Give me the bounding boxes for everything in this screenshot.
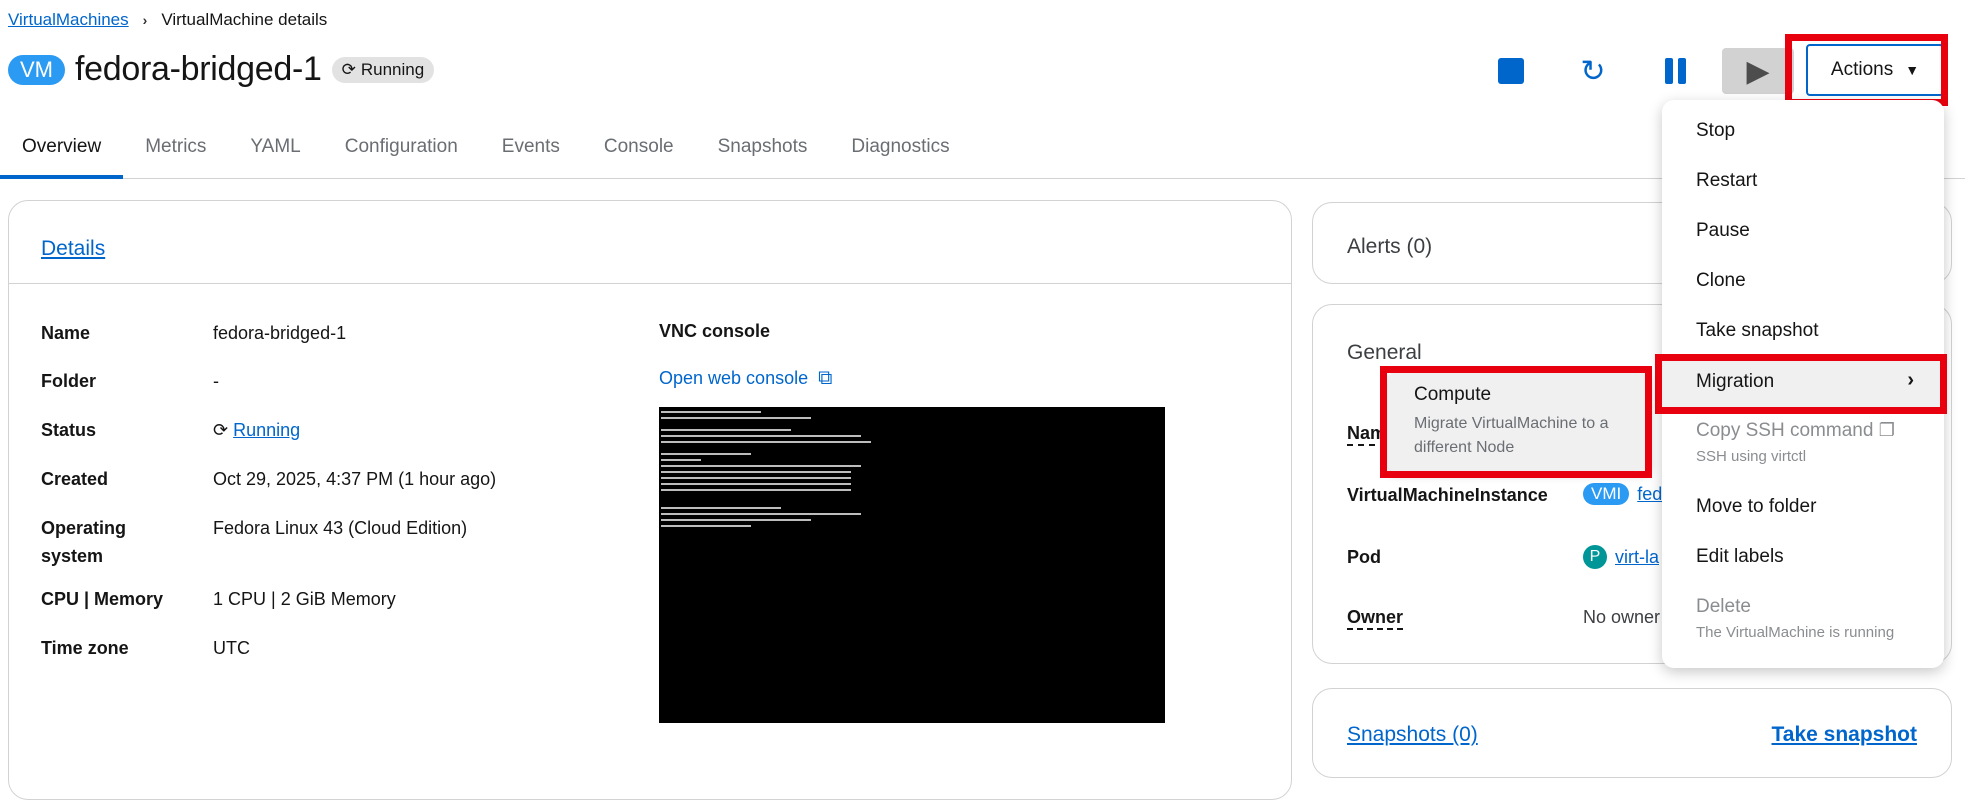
pause-icon [1664, 58, 1686, 84]
tab-snapshots[interactable]: Snapshots [696, 128, 830, 178]
highlight-compute [1380, 366, 1652, 478]
menu-item-stop[interactable]: Stop [1696, 120, 1735, 142]
general-label-pod: Pod [1347, 547, 1381, 567]
general-title: General [1347, 341, 1422, 364]
tab-overview[interactable]: Overview [0, 128, 124, 179]
pod-link[interactable]: virt-la [1615, 547, 1659, 568]
pod-badge: P [1583, 545, 1607, 569]
alerts-title[interactable]: Alerts (0) [1347, 235, 1432, 259]
detail-label: Folder [41, 371, 97, 391]
menu-item-move-to-folder[interactable]: Move to folder [1696, 496, 1816, 518]
snapshots-card: Snapshots (0) Take snapshot [1312, 688, 1952, 778]
detail-value: - [213, 371, 219, 391]
detail-label: Status [41, 420, 97, 440]
vnc-console-preview[interactable] [659, 407, 1165, 723]
sync-icon: ⟳ [341, 59, 356, 79]
stop-button[interactable] [1470, 48, 1552, 94]
detail-value: fedora-bridged-1 [213, 323, 347, 343]
menu-item-copy-ssh-description: SSH using virtctl [1696, 448, 1807, 465]
play-icon: ▶ [1746, 54, 1770, 88]
detail-value: Fedora Linux 43 (Cloud Edition) [213, 518, 468, 538]
details-title-link[interactable]: Details [41, 237, 105, 261]
menu-item-delete: Delete The VirtualMachine is running [1696, 596, 1894, 641]
menu-item-take-snapshot[interactable]: Take snapshot [1696, 320, 1819, 342]
general-value-owner: No owner [1583, 607, 1661, 627]
restart-button[interactable]: ↻ [1552, 48, 1634, 94]
details-card: Details Name fedora-bridged-1 Folder - S… [8, 200, 1292, 800]
tab-console[interactable]: Console [582, 128, 696, 178]
highlight-actions [1785, 34, 1948, 106]
menu-item-copy-ssh: Copy SSH command ❐ SSH using virtctl [1696, 420, 1895, 465]
detail-label: CPU | Memory [41, 589, 164, 609]
page-title-row: VM fedora-bridged-1 ⟳ Running [8, 50, 435, 89]
vm-action-icons: ↻ ▶ [1470, 48, 1794, 94]
detail-value: 1 CPU | 2 GiB Memory [213, 589, 396, 609]
general-value-pod: P virt-la [1583, 545, 1659, 569]
menu-item-clone[interactable]: Clone [1696, 270, 1746, 292]
tab-metrics[interactable]: Metrics [123, 128, 228, 178]
menu-item-copy-ssh-label: Copy SSH command [1696, 420, 1874, 441]
detail-value: UTC [213, 638, 250, 658]
copy-icon: ❐ [1878, 420, 1895, 440]
pause-button[interactable] [1634, 48, 1716, 94]
tab-events[interactable]: Events [480, 128, 582, 178]
menu-item-delete-label: Delete [1696, 596, 1751, 617]
general-label-owner: Owner [1347, 607, 1404, 630]
vmi-link[interactable]: fed [1637, 484, 1662, 505]
external-link-icon: ⧉ [818, 367, 833, 389]
vm-badge: VM [8, 54, 65, 85]
menu-item-delete-description: The VirtualMachine is running [1696, 624, 1895, 641]
vnc-console-title: VNC console [659, 321, 771, 341]
open-web-console-label: Open web console [659, 368, 809, 388]
detail-value: ⟳ Running [213, 416, 300, 444]
take-snapshot-link[interactable]: Take snapshot [1772, 723, 1917, 747]
detail-value: Oct 29, 2025, 4:37 PM (1 hour ago) [213, 469, 497, 489]
menu-item-restart[interactable]: Restart [1696, 170, 1757, 192]
breadcrumb-current: VirtualMachine details [161, 10, 328, 29]
detail-label: Created [41, 469, 109, 489]
menu-item-edit-labels[interactable]: Edit labels [1696, 546, 1784, 568]
page-title: fedora-bridged-1 [75, 50, 322, 88]
start-button[interactable]: ▶ [1722, 48, 1794, 94]
status-running-link[interactable]: Running [233, 420, 300, 440]
restart-icon: ↻ [1580, 54, 1606, 88]
tab-diagnostics[interactable]: Diagnostics [829, 128, 971, 178]
vmi-badge: VMI [1583, 483, 1630, 505]
status-badge: ⟳ Running [331, 56, 435, 83]
general-label-vmi: VirtualMachineInstance [1347, 485, 1548, 505]
status-badge-label: Running [360, 59, 425, 79]
breadcrumb-separator: › [142, 12, 148, 28]
detail-label: Operating system [41, 518, 127, 566]
stop-icon [1498, 58, 1524, 84]
open-web-console-link[interactable]: Open web console ⧉ [659, 367, 832, 390]
general-value-vmi: VMI fed [1583, 483, 1662, 505]
breadcrumb: VirtualMachines › VirtualMachine details [8, 10, 327, 30]
sync-icon: ⟳ [213, 420, 229, 440]
tab-configuration[interactable]: Configuration [323, 128, 480, 178]
tab-yaml[interactable]: YAML [228, 128, 322, 178]
breadcrumb-virtualmachines-link[interactable]: VirtualMachines [8, 10, 129, 30]
menu-item-pause[interactable]: Pause [1696, 220, 1750, 242]
detail-label: Time zone [41, 638, 129, 658]
details-divider [9, 283, 1291, 284]
snapshots-title-link[interactable]: Snapshots (0) [1347, 723, 1478, 747]
highlight-migration [1655, 354, 1947, 414]
detail-label: Name [41, 323, 91, 343]
